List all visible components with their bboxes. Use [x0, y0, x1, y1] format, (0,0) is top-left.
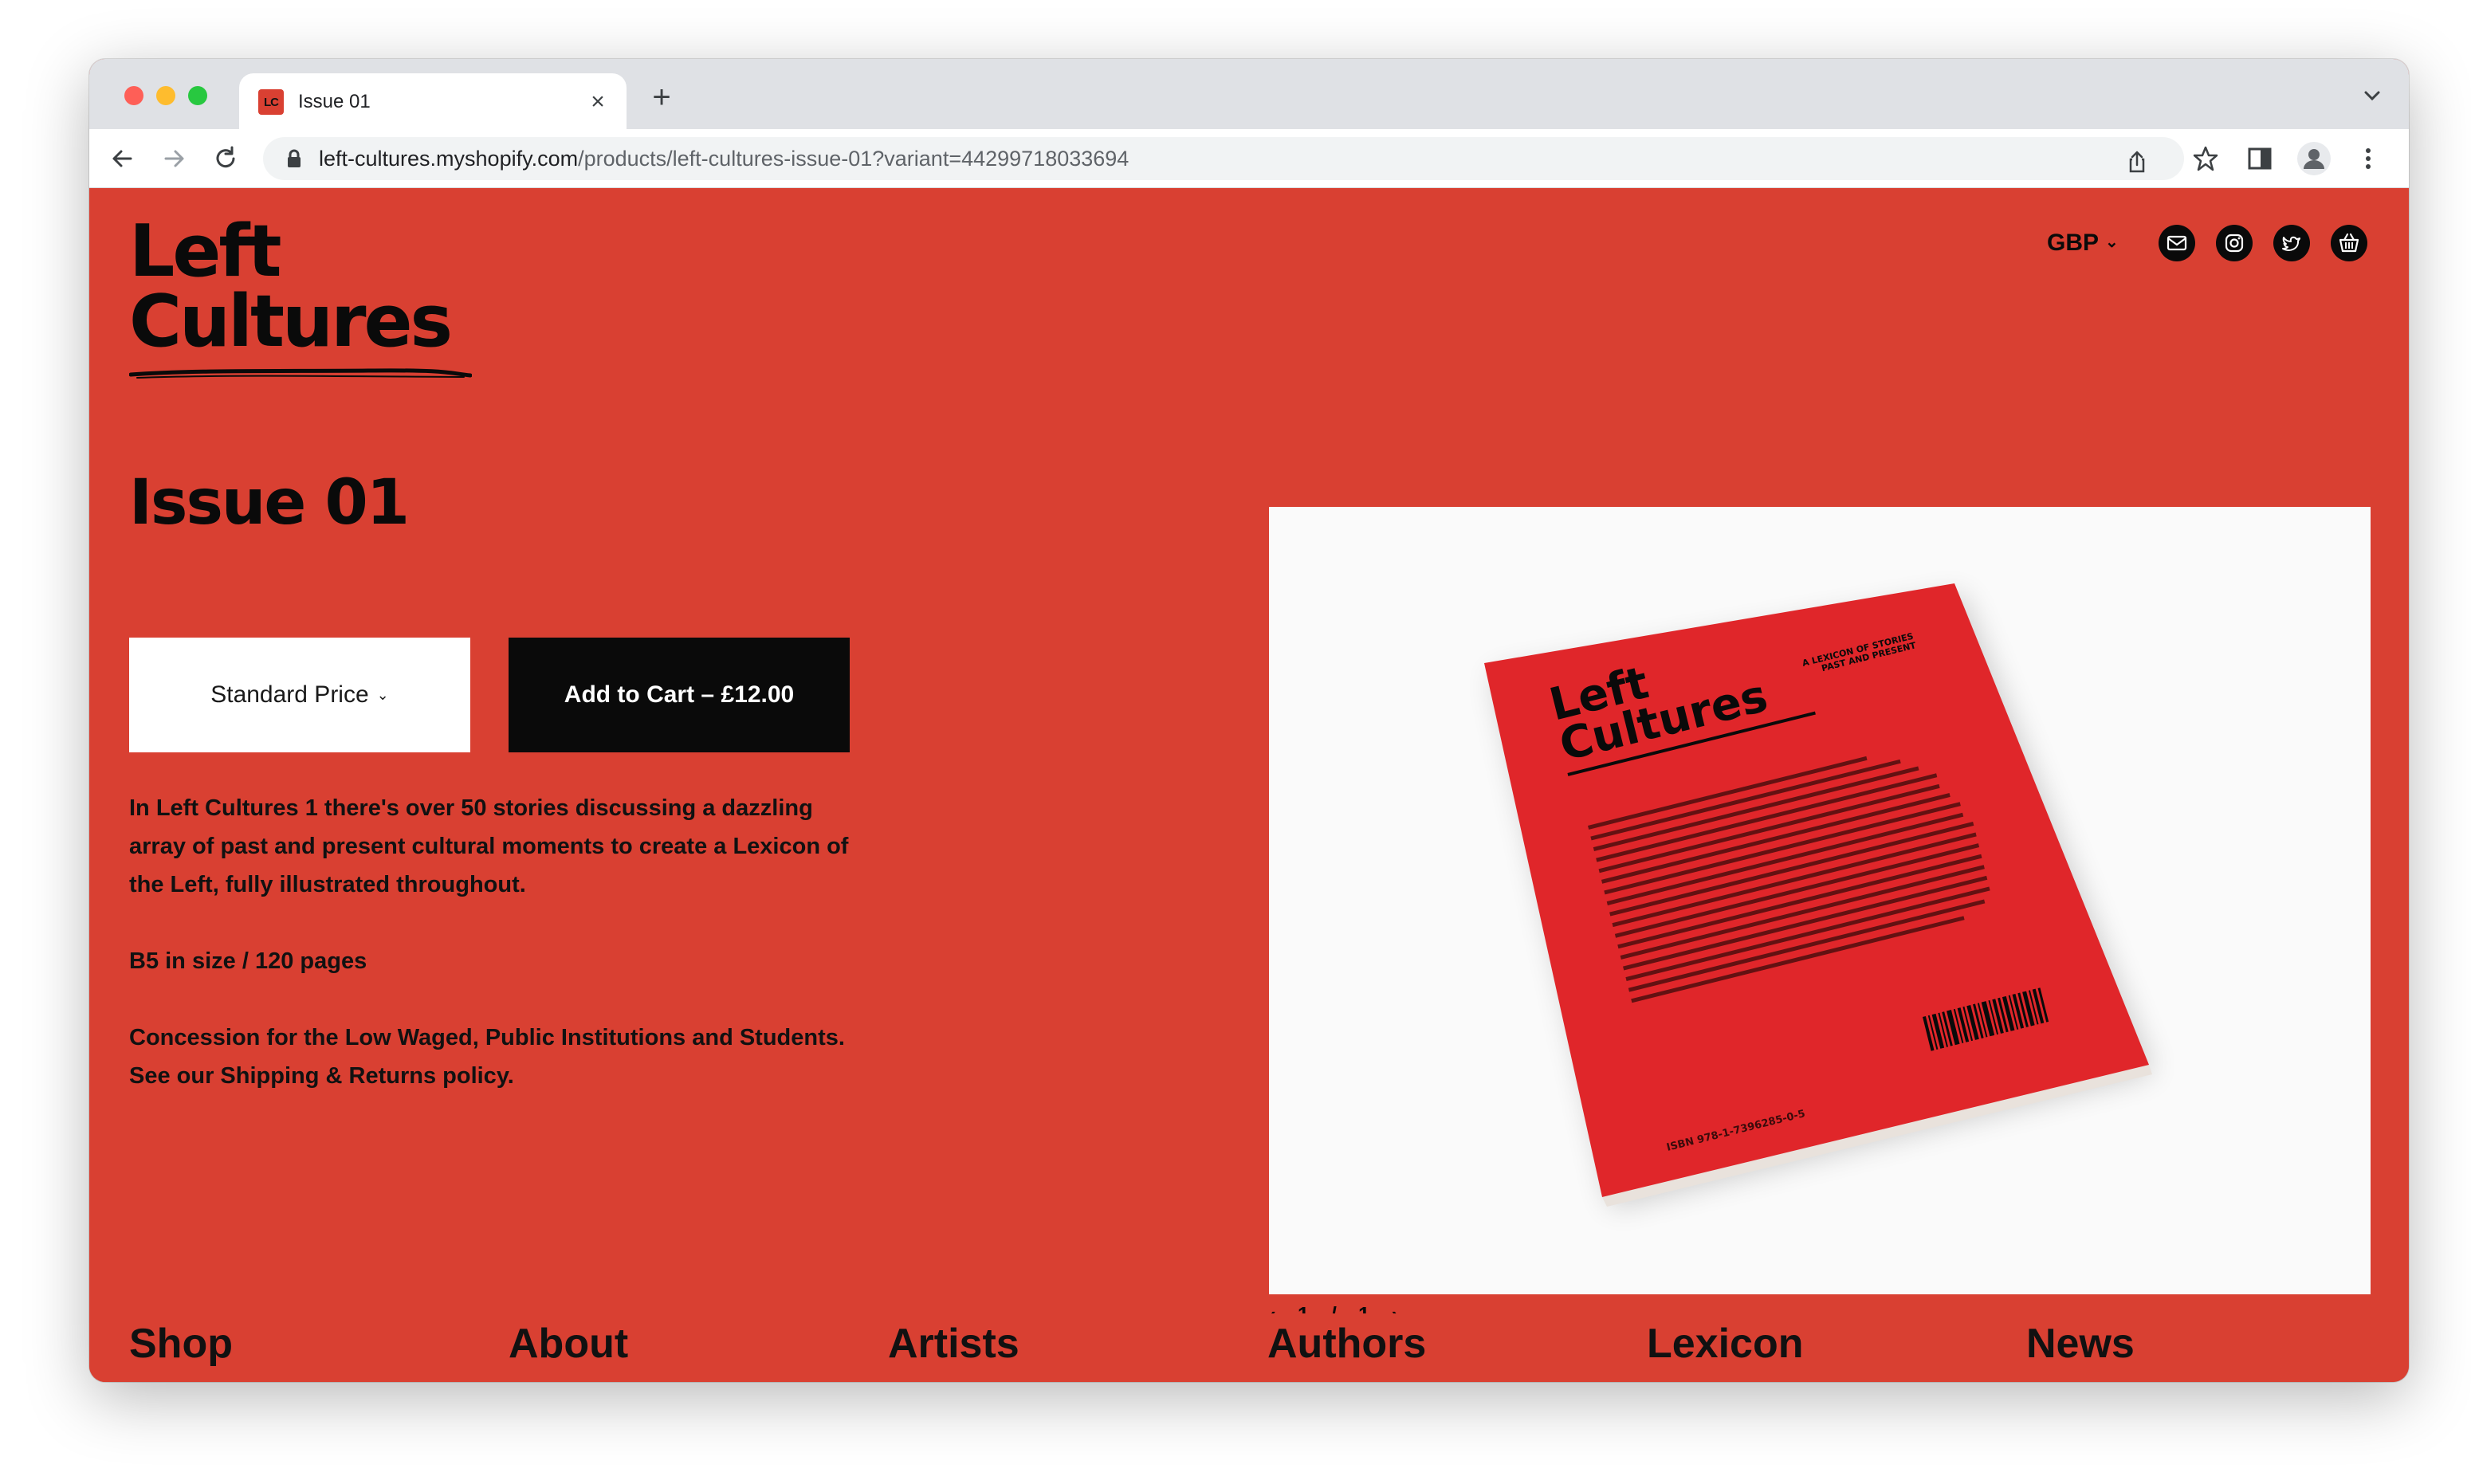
favicon-icon: LC: [258, 89, 284, 115]
share-icon[interactable]: [2125, 150, 2149, 174]
product-title: Issue 01: [129, 467, 410, 539]
tab-strip: LC Issue 01 × +: [89, 59, 2409, 129]
lock-icon[interactable]: [285, 149, 303, 168]
variant-dropdown[interactable]: Standard Price ⌄: [129, 638, 470, 752]
page-content: Left Cultures GBP ⌄ Issue 01 Standard Pri…: [89, 188, 2409, 1382]
minimize-window-button[interactable]: [156, 86, 175, 105]
footer-navigation: Shop About Artists Authors Lexicon News: [129, 1320, 2202, 1382]
chevron-down-icon[interactable]: [2359, 83, 2385, 108]
description-paragraph: In Left Cultures 1 there's over 50 stori…: [129, 795, 849, 897]
nav-link-news[interactable]: News: [2026, 1320, 2135, 1368]
nav-link-artists[interactable]: Artists: [888, 1320, 1019, 1368]
add-to-cart-button[interactable]: Add to Cart – £12.00: [509, 638, 850, 752]
nav-link-about[interactable]: About: [509, 1320, 628, 1368]
nav-link-lexicon[interactable]: Lexicon: [1647, 1320, 1804, 1368]
mail-icon[interactable]: [2159, 225, 2195, 261]
nav-link-shop[interactable]: Shop: [129, 1320, 233, 1368]
currency-selector[interactable]: GBP ⌄: [2047, 228, 2119, 257]
back-icon[interactable]: [107, 143, 137, 174]
url-path: /products/left-cultures-issue-01?variant…: [578, 147, 1129, 171]
bookmark-star-icon[interactable]: [2192, 145, 2219, 172]
address-bar[interactable]: left-cultures.myshopify.com/products/lef…: [263, 137, 2184, 180]
product-description: In Left Cultures 1 there's over 50 stori…: [129, 789, 862, 1133]
close-tab-icon[interactable]: ×: [583, 88, 612, 116]
url-text[interactable]: left-cultures.myshopify.com/products/lef…: [319, 147, 1129, 171]
logo-line-2: Cultures: [129, 280, 453, 363]
url-domain: left-cultures.myshopify.com: [319, 147, 579, 171]
variant-label: Standard Price: [210, 681, 369, 708]
instagram-icon[interactable]: [2216, 225, 2253, 261]
forward-icon[interactable]: [159, 143, 190, 174]
profile-avatar[interactable]: [2297, 142, 2331, 175]
browser-tab[interactable]: LC Issue 01 ×: [239, 73, 627, 129]
logo-brush-underline: [129, 368, 472, 379]
chevron-down-icon: ⌄: [376, 686, 389, 703]
tab-title: Issue 01: [298, 91, 371, 112]
menu-kebab-icon[interactable]: [2355, 145, 2382, 172]
twitter-icon[interactable]: [2273, 225, 2310, 261]
maximize-window-button[interactable]: [188, 86, 207, 105]
site-logo[interactable]: Left Cultures: [129, 210, 480, 379]
new-tab-button[interactable]: +: [646, 81, 678, 113]
basket-icon[interactable]: [2331, 225, 2367, 261]
reload-icon[interactable]: [210, 143, 241, 174]
browser-window: LC Issue 01 × + left-cultures.myshopify.…: [89, 59, 2409, 1382]
browser-toolbar: left-cultures.myshopify.com/products/lef…: [89, 129, 2409, 188]
close-window-button[interactable]: [124, 86, 143, 105]
book-cover-image: Left Cultures A LEXICON OF STORIES PAST …: [1484, 583, 2154, 1208]
description-paragraph: Concession for the Low Waged, Public Ins…: [129, 1025, 845, 1089]
chevron-down-icon: ⌄: [2105, 234, 2119, 251]
description-paragraph: B5 in size / 120 pages: [129, 948, 367, 974]
logo-line-1: Left: [129, 210, 282, 293]
side-panel-icon[interactable]: [2246, 145, 2273, 172]
currency-label: GBP: [2047, 230, 2100, 256]
nav-link-authors[interactable]: Authors: [1267, 1320, 1426, 1368]
person-icon: [2304, 149, 2324, 169]
product-image[interactable]: Left Cultures A LEXICON OF STORIES PAST …: [1269, 507, 2371, 1294]
image-pager[interactable]: ‹ 1 / 1 ›: [1269, 1304, 1406, 1313]
